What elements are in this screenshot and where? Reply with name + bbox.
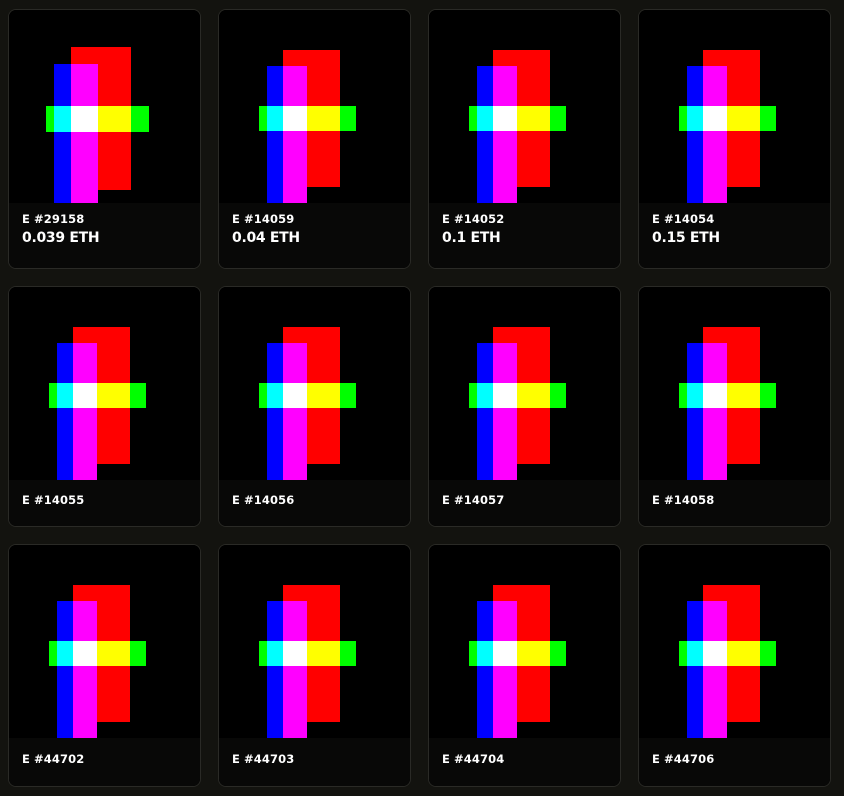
nft-artwork (639, 545, 830, 738)
nft-card[interactable]: E #14054 0.15 ETH (638, 9, 831, 269)
nft-card[interactable]: E #14059 0.04 ETH (218, 9, 411, 269)
nft-name: E #14055 (22, 493, 85, 507)
nft-artwork (9, 287, 200, 480)
nft-artwork (429, 545, 620, 738)
nft-artwork (219, 545, 410, 738)
nft-card[interactable]: E #14055 (8, 286, 201, 527)
nft-price: 0.1 ETH (442, 230, 501, 246)
nft-name: E #44706 (652, 752, 715, 766)
nft-grid: E #29158 0.039 ETH E #14059 0.04 ETH E #… (0, 0, 844, 796)
nft-artwork (219, 10, 410, 203)
nft-name: E #14052 (442, 212, 505, 226)
nft-name: E #14056 (232, 493, 295, 507)
nft-card[interactable]: E #29158 0.039 ETH (8, 9, 201, 269)
nft-name: E #29158 (22, 212, 85, 226)
nft-artwork (429, 10, 620, 203)
nft-price: 0.04 ETH (232, 230, 300, 246)
nft-name: E #44702 (22, 752, 85, 766)
nft-artwork (639, 287, 830, 480)
nft-artwork (639, 10, 830, 203)
nft-name: E #14059 (232, 212, 295, 226)
nft-artwork (9, 545, 200, 738)
nft-name: E #44704 (442, 752, 505, 766)
nft-price: 0.15 ETH (652, 230, 720, 246)
nft-card[interactable]: E #44702 (8, 544, 201, 787)
nft-artwork (9, 10, 200, 203)
nft-name: E #14057 (442, 493, 505, 507)
nft-name: E #44703 (232, 752, 295, 766)
nft-name: E #14058 (652, 493, 715, 507)
nft-card[interactable]: E #14056 (218, 286, 411, 527)
nft-artwork (429, 287, 620, 480)
nft-price: 0.039 ETH (22, 230, 100, 246)
nft-card[interactable]: E #44704 (428, 544, 621, 787)
nft-artwork (219, 287, 410, 480)
nft-card[interactable]: E #14057 (428, 286, 621, 527)
nft-card[interactable]: E #44706 (638, 544, 831, 787)
nft-name: E #14054 (652, 212, 715, 226)
nft-card[interactable]: E #14052 0.1 ETH (428, 9, 621, 269)
nft-card[interactable]: E #44703 (218, 544, 411, 787)
nft-card[interactable]: E #14058 (638, 286, 831, 527)
